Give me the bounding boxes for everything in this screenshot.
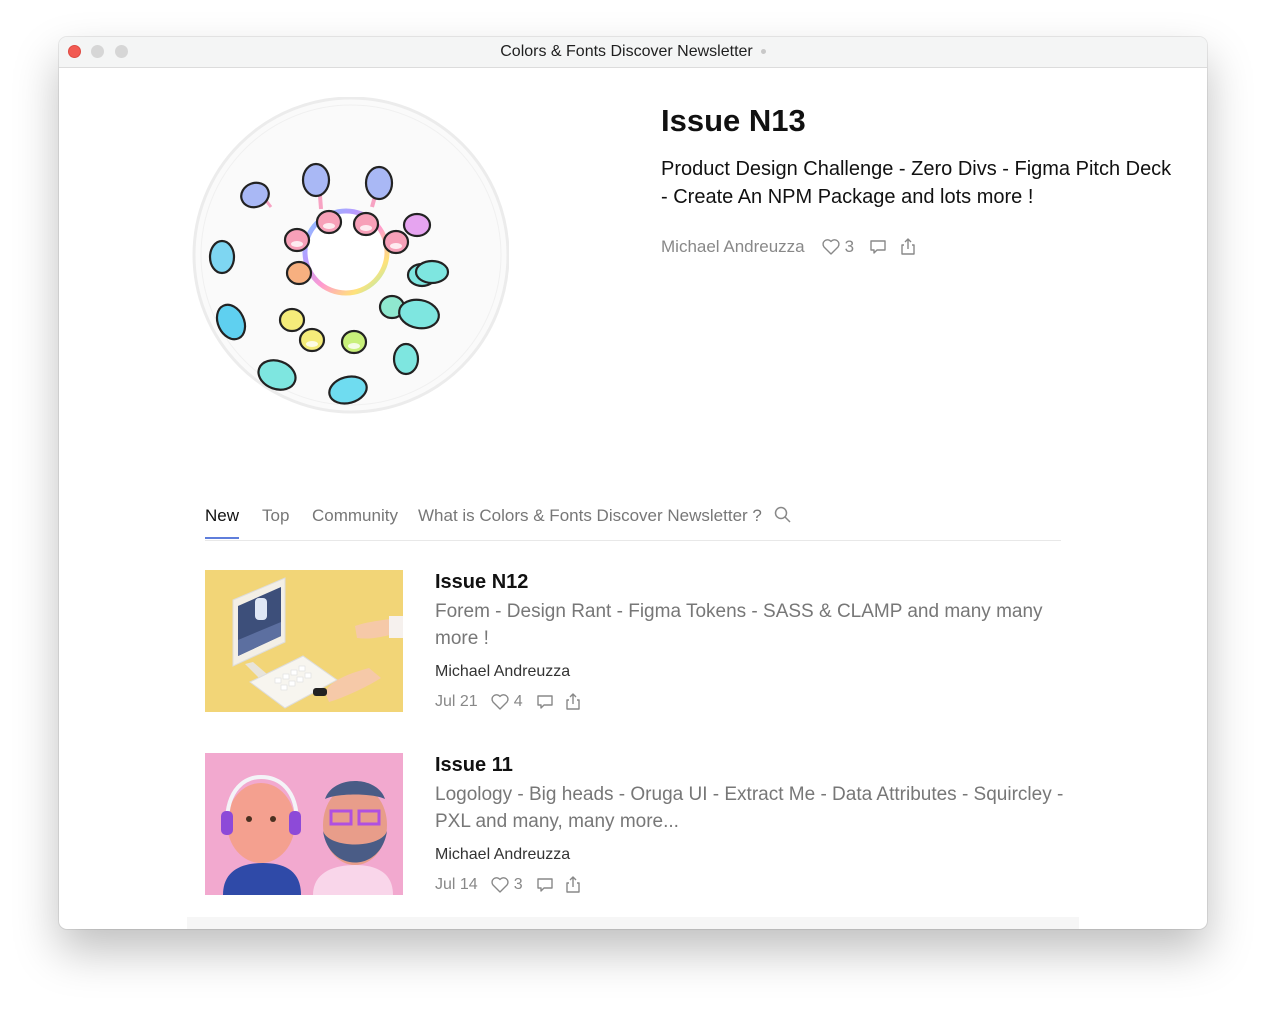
heart-icon	[491, 877, 509, 893]
featured-comment-button[interactable]	[868, 237, 888, 257]
title-dot-icon	[760, 49, 766, 55]
share-icon	[565, 693, 580, 710]
window-title: Colors & Fonts Discover Newsletter	[59, 37, 1207, 67]
share-icon	[901, 238, 915, 255]
featured-like-count: 3	[844, 237, 855, 256]
post-thumbnail[interactable]	[205, 753, 403, 895]
post-like-button[interactable]: 3	[490, 875, 523, 895]
window-title-text: Colors & Fonts Discover Newsletter	[500, 43, 753, 60]
post-comment-button[interactable]	[535, 692, 555, 712]
post-meta: Jul 21 4	[435, 690, 583, 714]
post-meta: Jul 14 3	[435, 873, 583, 897]
post-title[interactable]: Issue 11	[435, 754, 513, 777]
browser-window: Colors & Fonts Discover Newsletter Issue…	[59, 37, 1207, 929]
post-title[interactable]: Issue N12	[435, 571, 528, 594]
post-item[interactable]: Issue N12 Forem - Design Rant - Figma To…	[205, 570, 1065, 715]
featured-issue-title[interactable]: Issue N13	[661, 103, 806, 139]
post-description[interactable]: Forem - Design Rant - Figma Tokens - SAS…	[435, 598, 1075, 652]
post-item[interactable]: Issue 11 Logology - Big heads - Oruga UI…	[205, 753, 1065, 898]
tab-community[interactable]: Community	[312, 503, 398, 539]
post-date: Jul 14	[435, 876, 478, 893]
post-description[interactable]: Logology - Big heads - Oruga UI - Extrac…	[435, 781, 1075, 835]
post-share-button[interactable]	[563, 875, 583, 895]
share-icon	[565, 876, 580, 893]
tab-new[interactable]: New	[205, 503, 240, 539]
post-thumbnail[interactable]	[205, 570, 403, 712]
comment-icon	[536, 695, 553, 709]
featured-issue-description[interactable]: Product Design Challenge - Zero Divs - F…	[661, 155, 1181, 211]
title-bar: Colors & Fonts Discover Newsletter	[59, 37, 1207, 68]
comment-icon	[536, 878, 553, 892]
post-author[interactable]: Michael Andreuzza	[435, 846, 570, 864]
post-like-count: 3	[513, 876, 523, 893]
list-bottom-edge	[187, 917, 1079, 929]
featured-author[interactable]: Michael Andreuzza	[661, 237, 805, 257]
heart-icon	[491, 694, 509, 710]
tab-top[interactable]: Top	[262, 503, 289, 539]
post-date: Jul 21	[435, 693, 478, 710]
post-share-button[interactable]	[563, 692, 583, 712]
heart-icon	[822, 239, 840, 255]
search-icon[interactable]	[773, 505, 793, 525]
tab-about[interactable]: What is Colors & Fonts Discover Newslett…	[418, 503, 762, 539]
featured-issue-meta: Michael Andreuzza 3	[661, 235, 918, 259]
post-author[interactable]: Michael Andreuzza	[435, 663, 570, 681]
post-tabs: New Top Community What is Colors & Fonts…	[205, 503, 1061, 541]
featured-illustration[interactable]	[189, 97, 509, 417]
post-like-button[interactable]: 4	[490, 692, 523, 712]
featured-like-button[interactable]: 3	[821, 237, 854, 257]
featured-share-button[interactable]	[898, 237, 918, 257]
post-comment-button[interactable]	[535, 875, 555, 895]
post-like-count: 4	[513, 693, 523, 710]
comment-icon	[870, 240, 886, 254]
